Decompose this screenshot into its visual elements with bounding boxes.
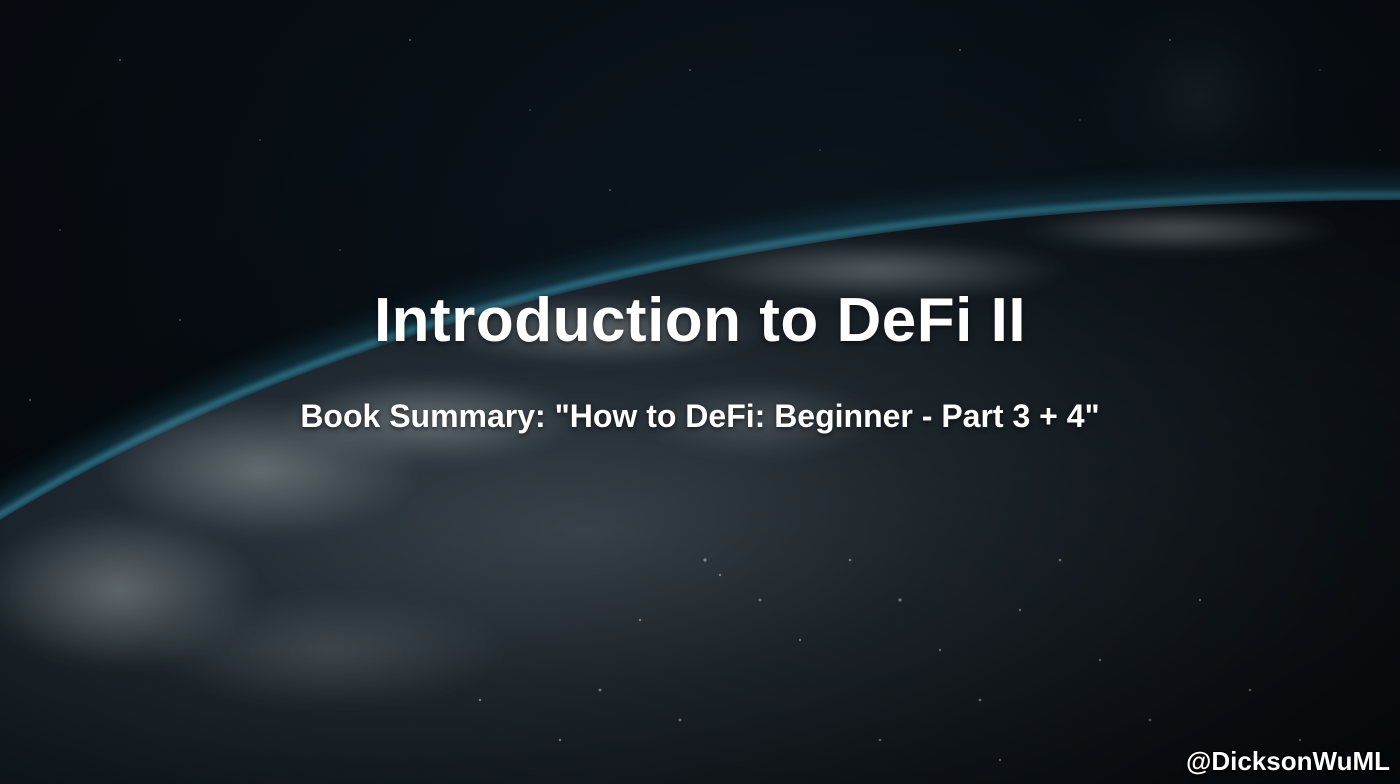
earth-background-image xyxy=(0,0,1400,784)
slide: Introduction to DeFi II Book Summary: "H… xyxy=(0,0,1400,784)
slide-title: Introduction to DeFi II xyxy=(373,286,1027,355)
slide-subtitle: Book Summary: "How to DeFi: Beginner - P… xyxy=(300,398,1100,434)
author-handle: @DicksonWuML xyxy=(1186,746,1390,776)
